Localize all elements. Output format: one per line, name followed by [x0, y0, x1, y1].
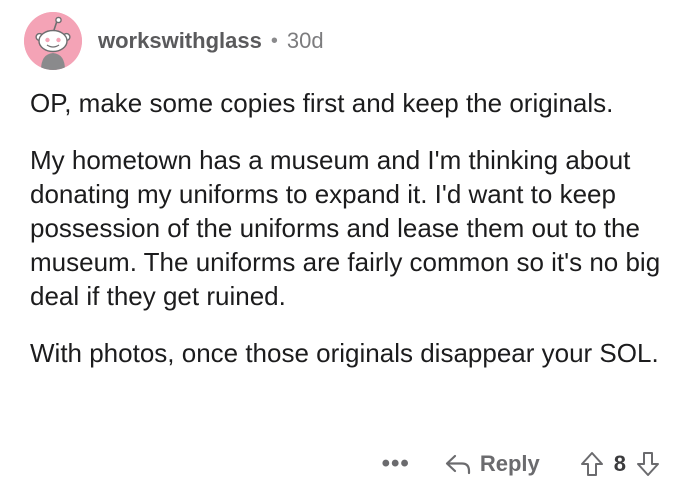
- reply-label: Reply: [479, 451, 540, 476]
- vote-score: 8: [613, 451, 626, 476]
- reply-button[interactable]: Reply: [444, 451, 540, 477]
- vote-controls: 8: [580, 451, 660, 477]
- comment-actions: ••• Reply 8: [382, 446, 660, 482]
- comment-paragraph: OP, make some copies first and keep the …: [30, 88, 614, 118]
- comment-meta: workswithglass • 30d: [98, 28, 324, 54]
- meta-separator: •: [270, 29, 278, 52]
- downvote-arrow-icon[interactable]: [636, 451, 660, 477]
- upvote-arrow-icon[interactable]: [580, 451, 604, 477]
- comment-paragraph: With photos, once those originals disapp…: [30, 338, 659, 368]
- avatar[interactable]: [24, 12, 82, 70]
- comment-header: workswithglass • 30d: [24, 12, 324, 70]
- comment-body: OP, make some copies first and keep the …: [30, 86, 680, 393]
- comment: workswithglass • 30d OP, make some copie…: [0, 0, 700, 495]
- comment-age: 30d: [286, 28, 324, 53]
- more-options-button[interactable]: •••: [382, 450, 410, 478]
- username-link[interactable]: workswithglass: [98, 28, 262, 54]
- reply-arrow-icon: [445, 454, 470, 475]
- comment-paragraph: My hometown has a museum and I'm thinkin…: [30, 145, 661, 311]
- reddit-snoo-avatar-icon: [24, 12, 82, 70]
